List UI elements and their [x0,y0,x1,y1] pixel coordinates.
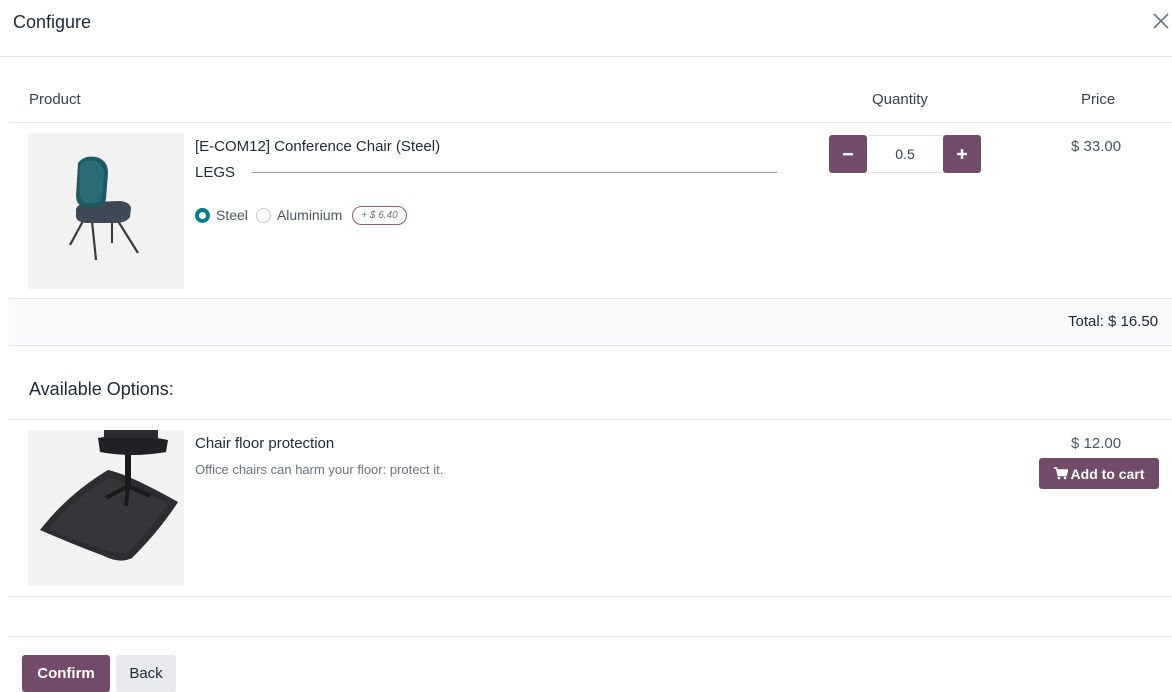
total-label: Total: $ 16.50 [1068,313,1159,330]
column-header-price: Price [1081,91,1116,108]
divider [9,596,1172,597]
option-image [28,430,184,586]
product-price: $ 33.00 [1071,138,1122,155]
option-price: $ 12.00 [1071,435,1122,452]
chair-image [28,133,184,289]
divider [9,419,1172,420]
dialog-title: Configure [13,12,92,32]
decrease-quantity-button[interactable] [829,135,867,173]
radio-steel[interactable] [195,207,210,223]
add-to-cart-button[interactable]: Add to cart [1039,458,1159,489]
minus-icon [843,153,853,156]
radio-aluminium[interactable] [255,207,271,223]
available-options-title: Available Options: [29,379,174,399]
radio-label-aluminium: Aluminium [276,207,343,223]
close-button[interactable] [1150,10,1172,34]
footer-divider [9,636,1172,637]
product-image [28,133,184,289]
option-description: Office chairs can harm your floor: prote… [195,462,444,477]
back-button[interactable]: Back [116,655,176,692]
column-header-quantity: Quantity [872,91,928,108]
extra-price-badge: + $ 6.40 [352,205,407,225]
add-to-cart-label: Add to cart [1070,465,1145,482]
plus-icon [957,149,967,159]
attribute-label: LEGS [195,164,236,181]
dialog-header: Configure [0,0,1172,57]
quantity-stepper [829,135,981,173]
cart-icon [1053,467,1068,480]
option-name: Chair floor protection [195,435,335,452]
increase-quantity-button[interactable] [943,135,981,173]
close-icon [1153,13,1169,29]
total-row [9,298,1172,346]
radio-label-steel: Steel [216,207,248,223]
product-name: [E-COM12] Conference Chair (Steel) [195,138,441,155]
confirm-button[interactable]: Confirm [22,655,110,692]
divider [9,122,1172,123]
floor-mat-image [28,430,184,586]
attribute-divider [252,172,777,173]
quantity-input[interactable] [867,135,943,173]
attribute-options: Steel Aluminium + $ 6.40 [195,203,407,227]
column-header-product: Product [29,91,81,108]
